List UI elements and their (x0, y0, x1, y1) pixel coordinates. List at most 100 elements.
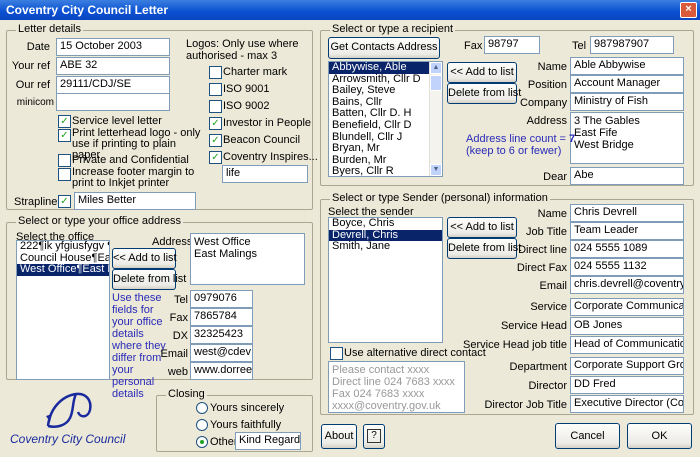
office-list[interactable]: 222¶ik yfgiusfygv ¶ Council House¶Earl W… (16, 240, 110, 380)
office-dx-field[interactable]: 32325423 (190, 326, 253, 344)
sender-job-title-field[interactable]: Team Leader (570, 222, 684, 240)
charter-mark-checkbox[interactable] (209, 66, 222, 79)
office-tel-field[interactable]: 0979076 (190, 290, 253, 308)
sender-service-field[interactable]: Corporate Communications (570, 298, 684, 316)
recipient-tel-field[interactable]: 987987907 (590, 36, 674, 54)
sender-director-job-field[interactable]: Executive Director (Corpor (570, 395, 684, 413)
recipient-address-field[interactable]: 3 The Gables East Fife West Bridge (570, 112, 684, 164)
about-button[interactable]: About (321, 424, 357, 449)
recipient-scrollbar[interactable]: ▲ ▼ (429, 62, 442, 176)
sender-direct-fax-field[interactable]: 024 5555 1132 (570, 258, 684, 276)
office-email-field[interactable]: west@cdev (190, 344, 253, 362)
your-ref-field[interactable]: ABE 32 (56, 57, 170, 75)
recipient-list[interactable]: Abbywise, Able Arrowsmith, Cllr D Bailey… (328, 61, 443, 177)
minicom-field[interactable] (56, 93, 170, 111)
scroll-up-icon[interactable]: ▲ (430, 62, 442, 74)
other-label: Other (210, 436, 238, 448)
print-logo-checkbox[interactable]: ✓ (58, 129, 71, 142)
iso9001-label: ISO 9001 (223, 83, 270, 95)
your-ref-label: Your ref (11, 60, 50, 72)
cancel-button[interactable]: Cancel (555, 423, 620, 449)
help-button[interactable]: ? (363, 424, 385, 449)
date-field[interactable]: 15 October 2003 (56, 38, 170, 56)
sender-department-field[interactable]: Corporate Support Group (570, 357, 684, 375)
iso9001-checkbox[interactable] (209, 83, 222, 96)
list-item[interactable]: Benefield, Cllr D (329, 119, 442, 132)
recipient-position-field[interactable]: Account Manager (570, 75, 684, 93)
sender-list[interactable]: Boyce, Chris Devrell, Chris Smith, Jane (328, 217, 443, 343)
alt-contact-label: Use alternative direct contact (344, 347, 486, 359)
iso9002-checkbox[interactable] (209, 100, 222, 113)
office-address-field[interactable]: West Office East Malings (190, 233, 305, 285)
address-count: 7 (569, 133, 576, 145)
sender-email-field[interactable]: chris.devrell@coventry.go (570, 276, 684, 294)
office-delete-button[interactable]: Delete from list (112, 269, 186, 290)
sender-name-field[interactable]: Chris Devrell (570, 204, 684, 222)
office-fax-label: Fax (169, 312, 188, 324)
ok-button[interactable]: OK (627, 423, 692, 449)
elephant-logo-icon (46, 392, 92, 428)
office-dx-label: DX (172, 330, 188, 342)
sender-legend: Select or type Sender (personal) informa… (330, 192, 550, 204)
list-item[interactable]: West Office¶East M (17, 264, 109, 276)
scroll-thumb[interactable] (430, 75, 442, 91)
other-radio[interactable] (196, 436, 208, 448)
recipient-dear-field[interactable]: Abe (570, 167, 684, 185)
office-hint: Use these fields for your office details… (112, 292, 166, 400)
office-web-field[interactable]: www.dorreen (190, 362, 253, 380)
address-count-hint: (keep to 6 or fewer) (466, 145, 562, 157)
list-item[interactable]: Boyce, Chris (329, 218, 442, 230)
our-ref-field[interactable]: 29111/CDJ/SE (56, 76, 170, 94)
sender-direct-fax-label: Direct Fax (516, 262, 567, 274)
address-count-note: Address line count = 7 (466, 133, 576, 145)
list-item[interactable]: Bryan, Mr (329, 143, 442, 155)
sender-service-head-job-field[interactable]: Head of Communications (570, 336, 684, 354)
office-fax-field[interactable]: 7865784 (190, 308, 253, 326)
list-item[interactable]: 222¶ik yfgiusfygv ¶ (17, 241, 109, 253)
sender-name-label: Name (537, 208, 567, 220)
investor-checkbox[interactable]: ✓ (209, 117, 222, 130)
date-label: Date (26, 41, 50, 53)
footer-margin-label: Increase footer margin to print to Inkje… (72, 166, 195, 189)
recipient-name-field[interactable]: Able Abbywise (570, 57, 684, 75)
strapline-field[interactable]: Miles Better (74, 192, 196, 210)
closing-other-field[interactable]: Kind Regards (235, 432, 301, 450)
get-contacts-button[interactable]: Get Contacts Address (328, 37, 440, 59)
inspires-label: Coventry Inspires... (223, 151, 318, 163)
list-item[interactable]: Abbywise, Able (329, 62, 442, 74)
yours-sincerely-label: Yours sincerely (210, 402, 285, 414)
recipient-delete-button[interactable]: Delete from list (447, 83, 521, 104)
yours-faithfully-radio[interactable] (196, 419, 208, 431)
footer-margin-checkbox[interactable] (58, 168, 71, 181)
recipient-company-label: Company (520, 97, 568, 109)
close-icon[interactable]: × (680, 2, 697, 18)
minicom-label: minicom (16, 97, 54, 108)
inspires-field[interactable]: life (222, 165, 308, 183)
office-email-label: Email (160, 348, 188, 360)
sender-director-field[interactable]: DD Fred (570, 376, 684, 394)
yours-faithfully-label: Yours faithfully (210, 419, 282, 431)
closing-legend: Closing (166, 388, 207, 400)
inspires-checkbox[interactable]: ✓ (209, 151, 222, 164)
yours-sincerely-radio[interactable] (196, 402, 208, 414)
office-tel-label: Tel (173, 294, 188, 306)
list-item[interactable]: Byers, Cllr R (329, 166, 442, 176)
scroll-down-icon[interactable]: ▼ (430, 164, 442, 176)
recipient-company-field[interactable]: Ministry of Fish (570, 93, 684, 111)
recipient-add-button[interactable]: << Add to list (447, 62, 517, 83)
sender-job-title-label: Job Title (526, 226, 567, 238)
office-web-label: web (167, 366, 188, 378)
beacon-checkbox[interactable]: ✓ (209, 134, 222, 147)
strapline-checkbox[interactable]: ✓ (58, 195, 71, 208)
office-add-button[interactable]: << Add to list (112, 248, 177, 269)
service-level-checkbox[interactable]: ✓ (58, 115, 71, 128)
list-item[interactable]: Smith, Jane (329, 241, 442, 253)
letter-details-legend: Letter details (16, 23, 83, 35)
private-checkbox[interactable] (58, 154, 71, 167)
help-icon: ? (367, 429, 381, 443)
sender-service-head-field[interactable]: OB Jones (570, 317, 684, 335)
alt-contact-field[interactable]: Please contact xxxx Direct line 024 7683 … (328, 361, 465, 413)
sender-direct-line-field[interactable]: 024 5555 1089 (570, 240, 684, 258)
alt-contact-checkbox[interactable] (330, 347, 343, 360)
recipient-fax-field[interactable]: 98797 (484, 36, 540, 54)
